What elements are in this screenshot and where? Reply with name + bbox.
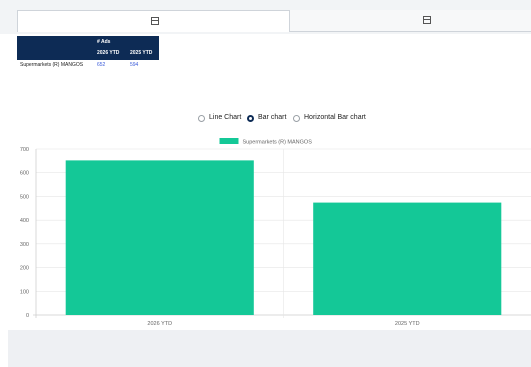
- tab-table-view-2[interactable]: [290, 10, 531, 32]
- bar-2025-ytd[interactable]: [313, 202, 502, 315]
- x-tick-label: 2025 YTD: [395, 321, 420, 327]
- bar-chart: Supermarkets (R) MANGOS 0 100 200 300 400 500 6…: [20, 138, 531, 327]
- y-tick-label: 700: [20, 147, 29, 153]
- x-tick-label: 2026 YTD: [147, 321, 172, 327]
- row-label: Supermarkets (R) MANGOS: [20, 62, 84, 68]
- y-tick-label: 300: [20, 242, 29, 248]
- table-icon: [423, 16, 431, 24]
- y-tick-label: 100: [20, 289, 29, 295]
- column-header-2026[interactable]: 2026 YTD: [97, 50, 119, 56]
- radio-button-icon[interactable]: [293, 115, 300, 122]
- metric-header: # Ads: [97, 39, 111, 45]
- bar-2026-ytd[interactable]: [65, 160, 254, 315]
- radio-label: Line Chart: [209, 114, 242, 121]
- y-tick-label: 200: [20, 266, 29, 272]
- row-value-2026[interactable]: 652: [97, 62, 105, 68]
- y-tick-label: 400: [20, 218, 29, 224]
- y-tick-label: 600: [20, 171, 29, 177]
- legend-label[interactable]: Supermarkets (R) MANGOS: [243, 140, 313, 146]
- radio-button-icon[interactable]: [198, 115, 205, 122]
- tab-table-view[interactable]: [17, 10, 290, 32]
- row-value-2025[interactable]: 594: [130, 62, 138, 68]
- y-tick-label: 500: [20, 194, 29, 200]
- footer-panel: [8, 330, 531, 367]
- table-row: Supermarkets (R) MANGOS 652 594: [17, 62, 177, 70]
- table-header: # Ads 2026 YTD 2025 YTD: [17, 36, 159, 60]
- radio-label: Horizontal Bar chart: [304, 114, 366, 121]
- tab-bar: [0, 0, 531, 34]
- y-tick-label: 0: [26, 313, 29, 319]
- legend-swatch[interactable]: [219, 138, 239, 144]
- column-header-2025[interactable]: 2025 YTD: [130, 50, 152, 56]
- table-icon: [151, 17, 159, 25]
- radio-label: Bar chart: [258, 114, 287, 121]
- radio-button-icon[interactable]: [247, 115, 254, 122]
